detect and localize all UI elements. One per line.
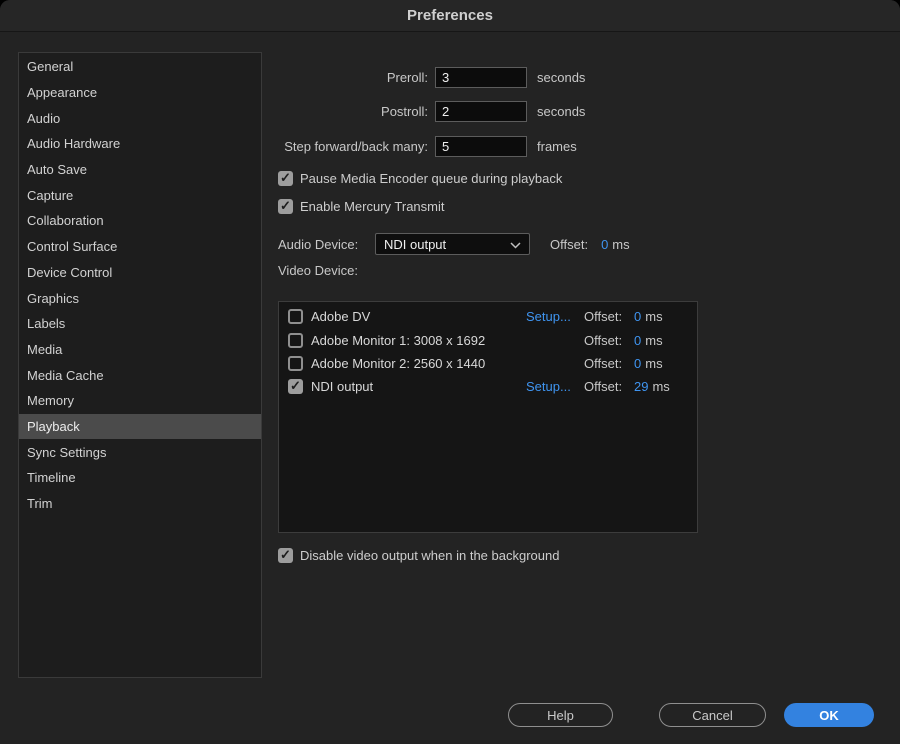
pause-media-encoder-label: Pause Media Encoder queue during playbac… <box>300 171 562 186</box>
sidebar-item-sync-settings[interactable]: Sync Settings <box>19 439 261 465</box>
video-device-row: Adobe DVSetup...Offset:0 ms <box>279 305 697 328</box>
postroll-row: Postroll: seconds <box>278 100 585 122</box>
postroll-unit: seconds <box>537 104 585 119</box>
pause-media-encoder-checkbox[interactable] <box>278 171 293 186</box>
video-device-setup-link[interactable]: Setup... <box>526 379 584 394</box>
video-device-offset-unit: ms <box>652 379 669 394</box>
sidebar: GeneralAppearanceAudioAudio HardwareAuto… <box>18 52 262 678</box>
ok-button[interactable]: OK <box>784 703 874 727</box>
titlebar: Preferences <box>0 0 900 32</box>
pause-media-encoder-row: Pause Media Encoder queue during playbac… <box>278 170 562 186</box>
video-device-offset-unit: ms <box>645 333 662 348</box>
postroll-input[interactable] <box>435 101 527 122</box>
postroll-label: Postroll: <box>278 104 428 119</box>
enable-mercury-transmit-checkbox[interactable] <box>278 199 293 214</box>
sidebar-item-collaboration[interactable]: Collaboration <box>19 208 261 234</box>
disable-video-background-checkbox[interactable] <box>278 548 293 563</box>
help-button[interactable]: Help <box>508 703 613 727</box>
audio-offset-value[interactable]: 0 <box>601 237 608 252</box>
sidebar-item-timeline[interactable]: Timeline <box>19 465 261 491</box>
enable-mercury-transmit-label: Enable Mercury Transmit <box>300 199 445 214</box>
sidebar-item-general[interactable]: General <box>19 54 261 80</box>
sidebar-item-audio-hardware[interactable]: Audio Hardware <box>19 131 261 157</box>
audio-device-label: Audio Device: <box>278 237 375 252</box>
preroll-unit: seconds <box>537 70 585 85</box>
video-device-name: Adobe Monitor 1: 3008 x 1692 <box>311 333 526 348</box>
dialog-title: Preferences <box>407 7 493 24</box>
sidebar-item-audio[interactable]: Audio <box>19 105 261 131</box>
preferences-dialog: Preferences GeneralAppearanceAudioAudio … <box>0 0 900 744</box>
video-device-offset-value[interactable]: 0 <box>634 333 641 348</box>
sidebar-item-appearance[interactable]: Appearance <box>19 80 261 106</box>
audio-device-selected-value: NDI output <box>384 237 446 252</box>
sidebar-item-playback[interactable]: Playback <box>19 414 261 440</box>
video-device-offset-unit: ms <box>645 356 662 371</box>
video-device-checkbox[interactable] <box>288 333 303 348</box>
video-device-row: Adobe Monitor 2: 2560 x 1440 Offset:0 ms <box>279 352 697 375</box>
video-device-offset-value[interactable]: 0 <box>634 356 641 371</box>
video-device-name: Adobe Monitor 2: 2560 x 1440 <box>311 356 526 371</box>
sidebar-item-trim[interactable]: Trim <box>19 491 261 517</box>
video-device-offset-label: Offset: <box>584 356 634 371</box>
video-device-label: Video Device: <box>278 263 358 278</box>
sidebar-item-labels[interactable]: Labels <box>19 311 261 337</box>
video-device-checkbox[interactable] <box>288 309 303 324</box>
step-forward-back-label: Step forward/back many: <box>278 139 428 154</box>
video-device-checkbox[interactable] <box>288 356 303 371</box>
video-device-offset-value[interactable]: 29 <box>634 379 648 394</box>
preroll-input[interactable] <box>435 67 527 88</box>
preroll-row: Preroll: seconds <box>278 66 585 88</box>
video-device-name: Adobe DV <box>311 309 526 324</box>
video-device-row: NDI outputSetup...Offset:29 ms <box>279 375 697 398</box>
video-device-offset-value[interactable]: 0 <box>634 309 641 324</box>
sidebar-item-media-cache[interactable]: Media Cache <box>19 362 261 388</box>
preroll-label: Preroll: <box>278 70 428 85</box>
sidebar-item-auto-save[interactable]: Auto Save <box>19 157 261 183</box>
enable-mercury-transmit-row: Enable Mercury Transmit <box>278 198 445 214</box>
video-device-offset-label: Offset: <box>584 333 634 348</box>
sidebar-item-memory[interactable]: Memory <box>19 388 261 414</box>
video-device-row: Adobe Monitor 1: 3008 x 1692 Offset:0 ms <box>279 328 697 351</box>
step-forward-back-row: Step forward/back many: frames <box>278 135 577 157</box>
video-device-name: NDI output <box>311 379 526 394</box>
audio-device-select[interactable]: NDI output <box>375 233 530 255</box>
audio-offset-label: Offset: <box>550 237 588 252</box>
video-device-offset-label: Offset: <box>584 309 634 324</box>
video-device-setup-link[interactable]: Setup... <box>526 309 584 324</box>
sidebar-item-capture[interactable]: Capture <box>19 182 261 208</box>
step-forward-back-input[interactable] <box>435 136 527 157</box>
sidebar-item-media[interactable]: Media <box>19 337 261 363</box>
sidebar-item-control-surface[interactable]: Control Surface <box>19 234 261 260</box>
disable-video-background-label: Disable video output when in the backgro… <box>300 548 559 563</box>
sidebar-item-graphics[interactable]: Graphics <box>19 285 261 311</box>
step-forward-back-unit: frames <box>537 139 577 154</box>
video-device-list: Adobe DVSetup...Offset:0msAdobe Monitor … <box>278 301 698 533</box>
chevron-down-icon <box>510 237 521 252</box>
audio-offset-unit: ms <box>612 237 629 252</box>
video-device-checkbox[interactable] <box>288 379 303 394</box>
cancel-button[interactable]: Cancel <box>659 703 766 727</box>
audio-device-row: Audio Device: NDI output Offset: 0 ms <box>278 233 630 255</box>
video-device-offset-label: Offset: <box>584 379 634 394</box>
audio-offset-group: Offset: 0 ms <box>550 237 630 252</box>
video-device-offset-unit: ms <box>645 309 662 324</box>
sidebar-item-device-control[interactable]: Device Control <box>19 260 261 286</box>
disable-video-background-row: Disable video output when in the backgro… <box>278 547 559 563</box>
